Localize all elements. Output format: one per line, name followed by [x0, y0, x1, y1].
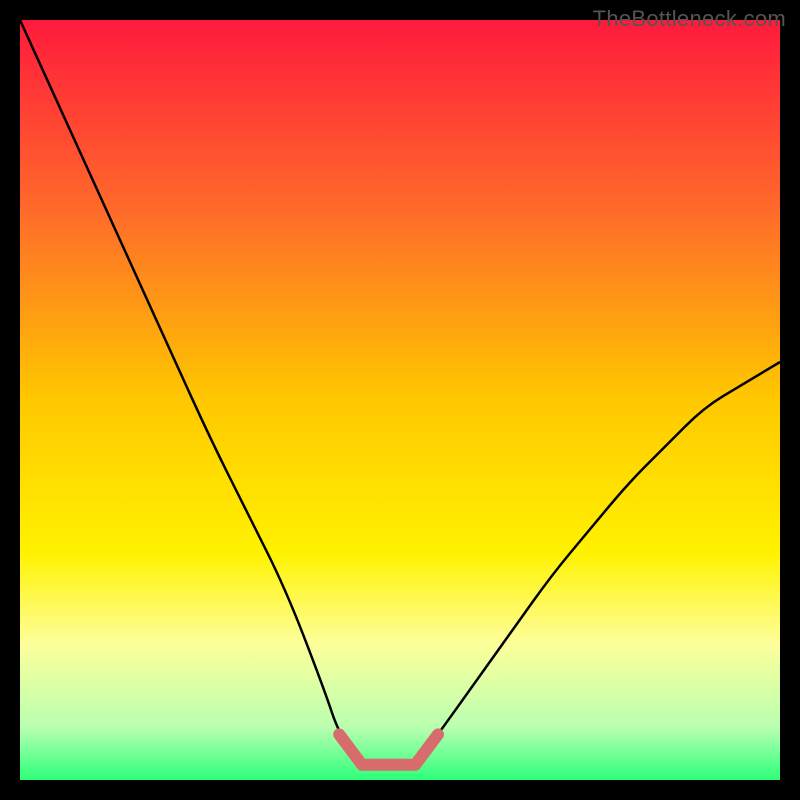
bottleneck-chart [20, 20, 780, 780]
chart-background-gradient [20, 20, 780, 780]
watermark-text: TheBottleneck.com [593, 6, 786, 32]
plot-area [20, 20, 780, 780]
chart-frame: TheBottleneck.com [0, 0, 800, 800]
